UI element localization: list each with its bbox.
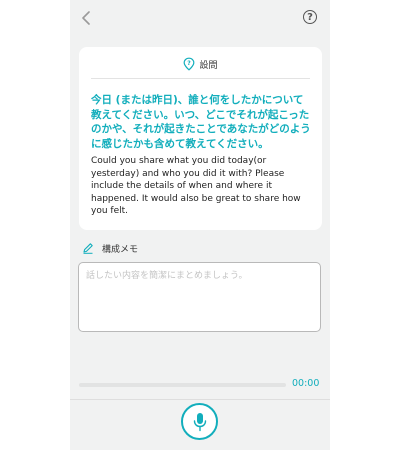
question-text-japanese: 今日 (または昨日)、誰と何をしたかについて教えてください。いつ、どこでそれが起… [91,94,311,150]
record-button[interactable] [181,403,218,440]
divider [91,78,310,79]
chevron-left-icon [82,11,90,25]
bottom-divider [70,399,330,400]
playback-progress-bar[interactable] [79,383,286,387]
question-circle-icon: ? [307,11,313,23]
top-bar: ? [70,0,330,36]
playback-time: 00:00 [292,378,320,389]
memo-label: 構成メモ [102,244,139,255]
location-question-icon: ? [184,57,195,71]
question-text-english: Could you share what you did today(or ye… [91,156,301,216]
svg-text:?: ? [188,60,192,67]
memo-input[interactable] [78,262,321,332]
help-button[interactable]: ? [303,10,317,24]
memo-header: 構成メモ [82,241,138,255]
question-card-header: ? 設問 [79,55,322,73]
pencil-icon [83,243,93,254]
question-card: ? 設問 今日 (または昨日)、誰と何をしたかについて教えてください。いつ、どこ… [79,47,322,230]
question-label: 設問 [199,60,218,71]
microphone-icon [193,412,206,431]
audio-player: 00:00 [70,377,330,393]
app-screen: ? ? 設問 今日 (または昨日)、誰と何をしたかについて教えてください。いつ、… [70,0,330,450]
back-button[interactable] [80,10,92,25]
